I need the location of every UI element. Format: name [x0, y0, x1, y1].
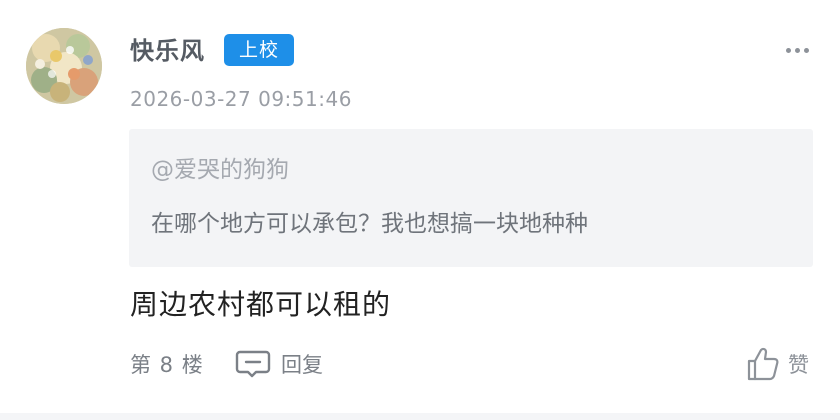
username[interactable]: 快乐风 [130, 36, 205, 66]
quoted-comment-text: 在哪个地方可以承包？我也想搞一块地种种 [151, 211, 588, 237]
more-dots-icon [803, 47, 809, 53]
comment-bubble-icon [235, 350, 271, 378]
reply-button-label: 回复 [281, 353, 323, 377]
reply-button[interactable]: 回复 [235, 348, 323, 380]
more-dots-icon [785, 47, 791, 53]
post-timestamp: 2026-03-27 09:51:46 [130, 87, 352, 111]
thumbs-up-icon [747, 347, 779, 381]
more-options-button[interactable] [780, 36, 814, 64]
reply-content: 周边农村都可以租的 [130, 288, 392, 321]
quoted-user-mention[interactable]: @爱哭的狗狗 [151, 155, 289, 185]
reply-post: 快乐风 上校 2026-03-27 09:51:46 @爱哭的狗狗 在哪个地方可… [0, 0, 840, 420]
divider [0, 413, 840, 420]
like-button[interactable]: 赞 [746, 344, 809, 384]
quoted-comment[interactable]: @爱哭的狗狗 在哪个地方可以承包？我也想搞一块地种种 [129, 129, 813, 267]
floor-number: 第 8 楼 [130, 353, 204, 377]
more-dots-icon [794, 47, 800, 53]
like-button-label: 赞 [788, 353, 809, 377]
rank-badge: 上校 [224, 34, 294, 66]
avatar[interactable] [26, 28, 102, 104]
